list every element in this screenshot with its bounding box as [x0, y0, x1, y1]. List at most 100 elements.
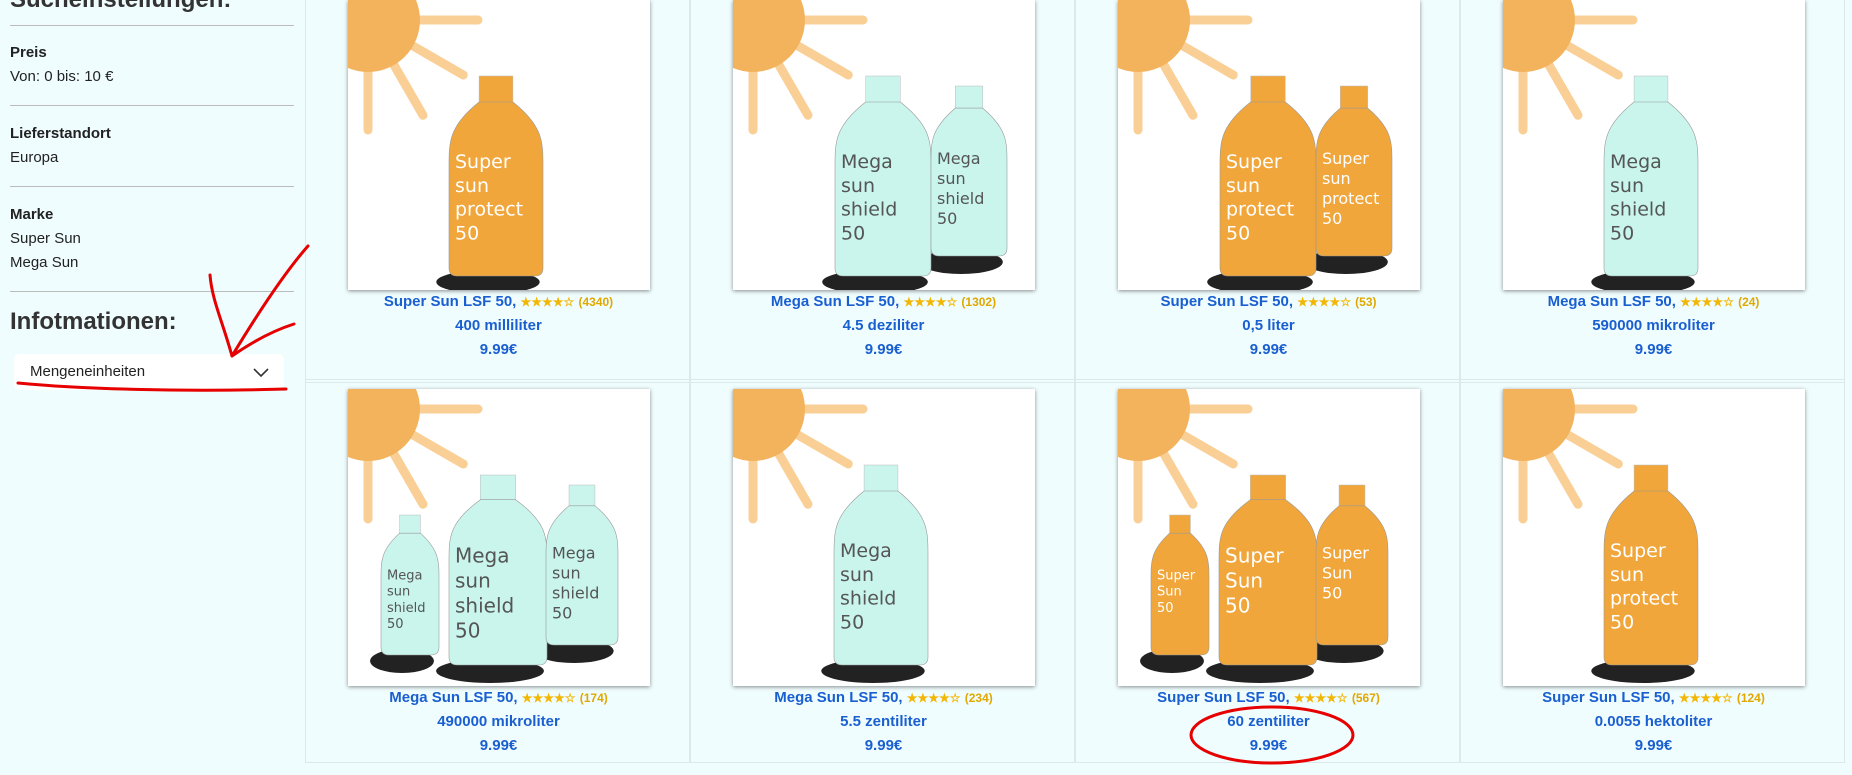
bottle-label: Mega — [937, 149, 981, 168]
product-name[interactable]: Super Sun LSF 50, — [1157, 689, 1290, 706]
product-image[interactable]: Super sun protect 50 Super sun protect 50 — [1118, 0, 1420, 290]
product-name[interactable]: Mega Sun LSF 50, — [774, 689, 902, 706]
product-title[interactable]: Super Sun LSF 50, ★★★★☆ (124) — [1461, 686, 1846, 710]
rating-count: (4340) — [578, 295, 614, 309]
sidebar-title: Sucheinstellungen: — [10, 0, 231, 14]
product-image[interactable]: Super sun protect 50 — [1503, 389, 1805, 686]
product-price: 9.99€ — [864, 341, 903, 358]
sun-icon — [733, 0, 868, 135]
bottle-label: Mega — [387, 568, 422, 583]
bottle-icon: Megasunshield50 — [1603, 75, 1699, 277]
product-image[interactable]: Mega sun shield 50 Mega sun shield 50 — [733, 0, 1035, 290]
bottle-label: 50 — [841, 222, 865, 244]
bottle-label: 50 — [840, 611, 864, 633]
product-image[interactable]: Mega sun shield 50 — [1503, 0, 1805, 290]
units-select-value: Mengeneinheiten — [30, 363, 146, 380]
product-title[interactable]: Mega Sun LSF 50, ★★★★☆ (1302) — [691, 290, 1076, 314]
location-filter[interactable]: Lieferstandort Europa — [10, 122, 111, 170]
product-card[interactable]: Super sun protect 50 Super Sun LSF 50, ★★★★☆… — [1460, 379, 1845, 763]
bottle-icon: Megasunshield50 — [448, 474, 548, 666]
location-label: Lieferstandort — [10, 125, 111, 142]
product-image[interactable]: Mega sun shield 50 Mega sun shield 50 Mega sun shi… — [348, 389, 650, 686]
bottle-label: sun — [840, 564, 874, 586]
product-card[interactable]: Mega sun shield 50 Mega sun shield 50 Mega Sun L… — [690, 0, 1075, 383]
bottle-label: 50 — [455, 222, 479, 244]
product-image[interactable]: Mega sun shield 50 — [733, 389, 1035, 686]
product-price: 9.99€ — [479, 341, 518, 358]
product-amount: 400 milliliter — [455, 317, 542, 334]
product-title[interactable]: Mega Sun LSF 50, ★★★★☆ (24) — [1461, 290, 1846, 314]
bottle-label: 50 — [1157, 601, 1174, 616]
sun-icon — [1503, 0, 1638, 135]
brand-option-super-sun[interactable]: Super Sun — [10, 227, 81, 251]
bottle-label: 50 — [1610, 611, 1634, 633]
bottle-label: Mega — [552, 544, 596, 563]
product-image[interactable]: Super Sun 50 Super Sun 50 Super Sun 50 — [1118, 389, 1420, 686]
bottle-label: Super — [1322, 149, 1369, 168]
product-name[interactable]: Super Sun LSF 50, — [384, 293, 517, 310]
divider — [10, 291, 294, 292]
bottle-label: 50 — [1322, 584, 1342, 603]
product-name[interactable]: Super Sun LSF 50, — [1160, 293, 1293, 310]
brand-filter[interactable]: Marke Super Sun Mega Sun — [10, 203, 81, 275]
bottle-label: sun — [1226, 175, 1260, 197]
rating-stars: ★★★★☆ — [1678, 691, 1733, 705]
sun-icon — [1118, 389, 1253, 524]
product-name[interactable]: Super Sun LSF 50, — [1542, 689, 1675, 706]
product-card[interactable]: Super sun protect 50 Super Sun LSF 50, ★★★★☆… — [305, 0, 690, 383]
product-card[interactable]: Mega sun shield 50 Mega sun shield 50 Mega sun shi… — [305, 379, 690, 763]
rating-count: (174) — [579, 691, 608, 705]
bottle-label: 50 — [1225, 593, 1250, 617]
product-name[interactable]: Mega Sun LSF 50, — [1548, 293, 1676, 310]
divider — [10, 105, 294, 106]
bottle-label: sun — [937, 169, 966, 188]
product-title[interactable]: Mega Sun LSF 50, ★★★★☆ (234) — [691, 686, 1076, 710]
bottle-label: Sun — [1225, 568, 1263, 592]
price-filter[interactable]: Preis Von: 0 bis: 10 € — [10, 41, 113, 89]
product-title[interactable]: Mega Sun LSF 50, ★★★★☆ (174) — [306, 686, 691, 710]
product-name[interactable]: Mega Sun LSF 50, — [771, 293, 899, 310]
product-card[interactable]: Mega sun shield 50 Mega Sun LSF 50, ★★★★☆ (2… — [1460, 0, 1845, 383]
bottle-label: Super — [1157, 568, 1196, 583]
bottle-label: 50 — [1322, 209, 1342, 228]
bottle-label: protect — [455, 199, 523, 221]
divider — [10, 25, 294, 26]
rating-count: (24) — [1738, 295, 1760, 309]
product-card[interactable]: Super sun protect 50 Super sun protect 50 Super … — [1075, 0, 1460, 383]
product-card[interactable]: Mega sun shield 50 Mega Sun LSF 50, ★★★★☆ (2… — [690, 379, 1075, 763]
brand-option-mega-sun[interactable]: Mega Sun — [10, 251, 81, 275]
product-card[interactable]: Super Sun 50 Super Sun 50 Super Sun 50 Super Sun … — [1075, 379, 1460, 763]
product-title[interactable]: Super Sun LSF 50, ★★★★☆ (4340) — [306, 290, 691, 314]
filter-sidebar: Sucheinstellungen: Preis Von: 0 bis: 10 … — [0, 0, 302, 775]
bottle-label: protect — [1610, 588, 1678, 610]
bottle-label: shield — [937, 189, 984, 208]
bottle-icon: Megasunshield50 — [833, 464, 929, 666]
bottle-label: sun — [841, 175, 875, 197]
rating-stars: ★★★★☆ — [906, 691, 961, 705]
bottle-label: 50 — [552, 604, 572, 623]
bottle-label: shield — [1610, 199, 1666, 221]
bottle-label: sun — [1322, 169, 1351, 188]
product-image[interactable]: Super sun protect 50 — [348, 0, 650, 290]
product-title[interactable]: Super Sun LSF 50, ★★★★☆ (567) — [1076, 686, 1461, 710]
bottle-icon: Megasunshield50 — [930, 85, 1008, 257]
bottle-label: sun — [1610, 564, 1644, 586]
bottle-label: Sun — [1157, 585, 1182, 600]
bottle-label: shield — [552, 584, 599, 603]
bottle-label: Super — [1226, 151, 1282, 173]
product-title[interactable]: Super Sun LSF 50, ★★★★☆ (53) — [1076, 290, 1461, 314]
units-select[interactable]: Mengeneinheiten — [14, 354, 284, 390]
sun-icon — [348, 0, 483, 135]
rating-count: (234) — [964, 691, 993, 705]
bottle-label: shield — [455, 593, 514, 617]
product-name[interactable]: Mega Sun LSF 50, — [389, 689, 517, 706]
product-amount: 5.5 zentiliter — [840, 713, 927, 730]
bottle-label: protect — [1322, 189, 1379, 208]
bottle-icon: SuperSun50 — [1218, 474, 1318, 666]
bottle-label: shield — [840, 588, 896, 610]
bottle-label: 50 — [455, 618, 480, 642]
product-amount: 590000 mikroliter — [1592, 317, 1715, 334]
product-price: 9.99€ — [1634, 341, 1673, 358]
info-title: Infotmationen: — [10, 308, 177, 335]
bottle-label: 50 — [1226, 222, 1250, 244]
